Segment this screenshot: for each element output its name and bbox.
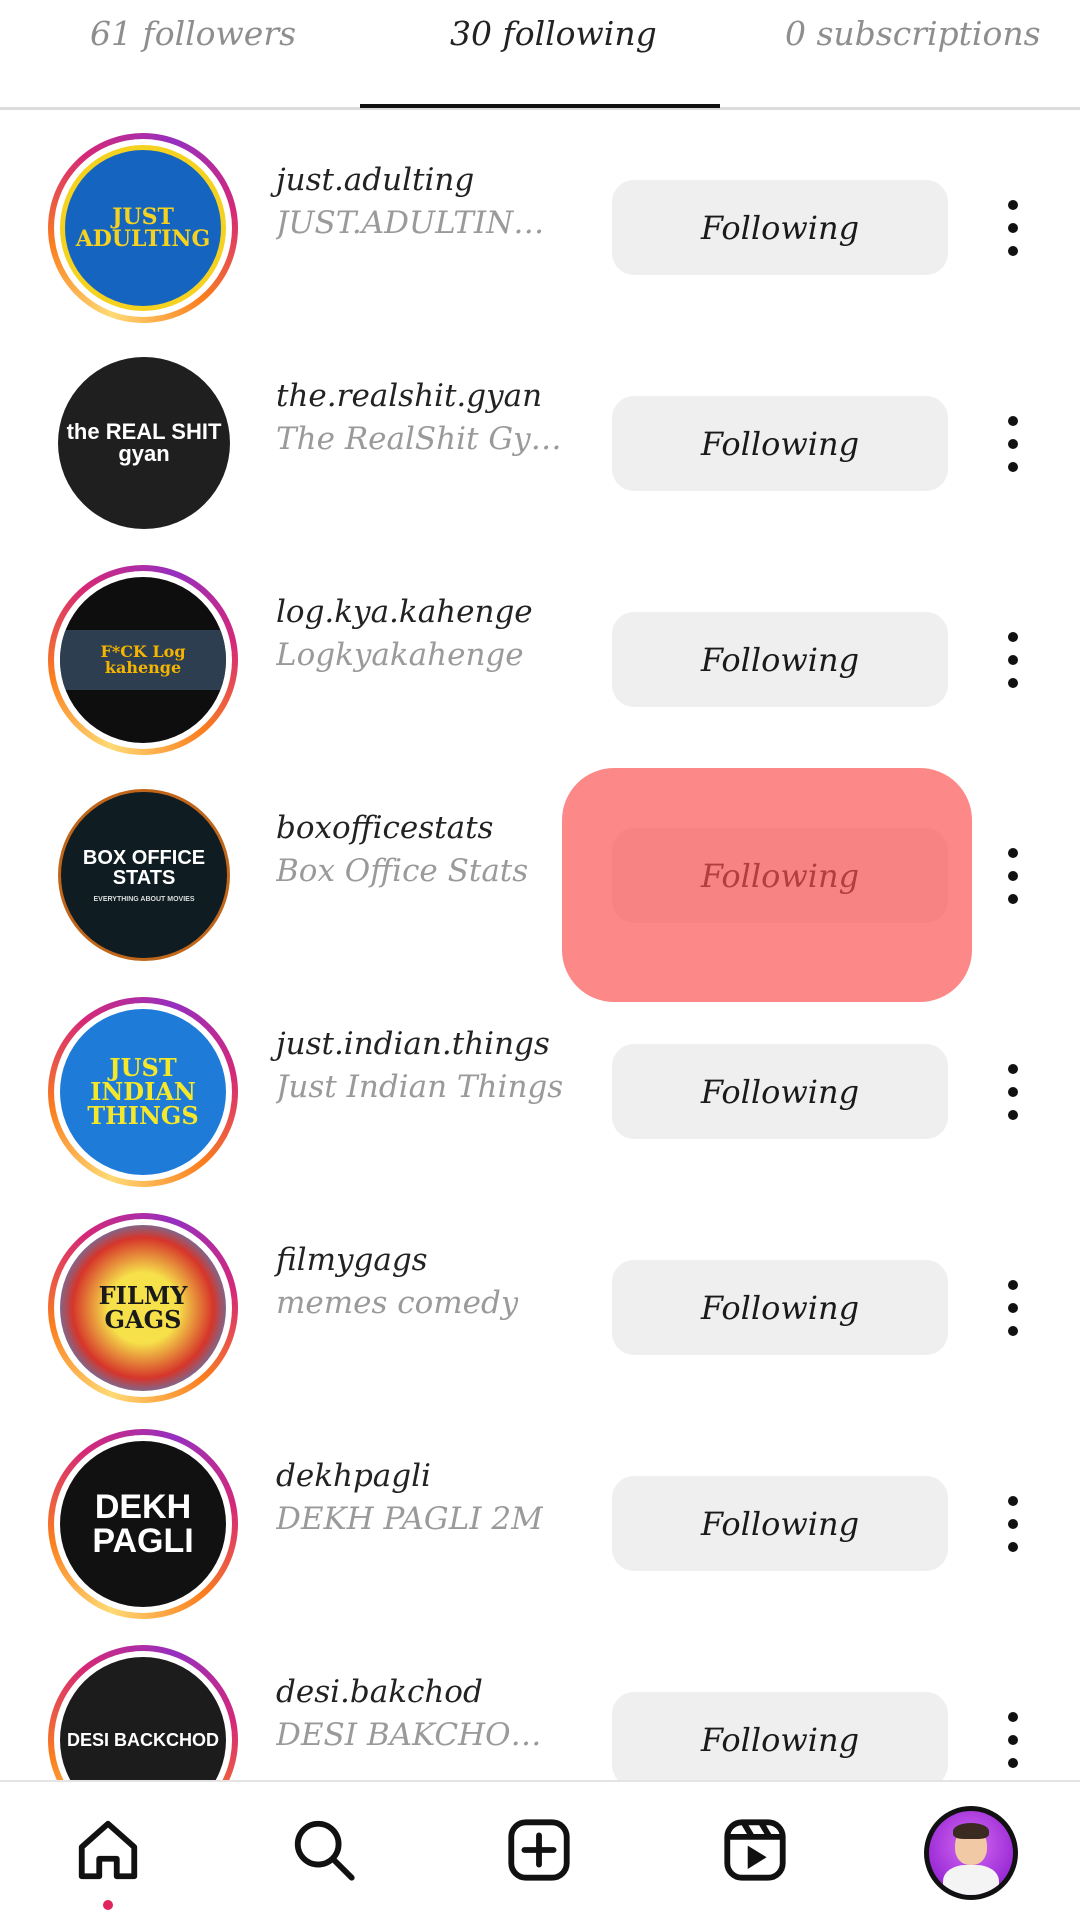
full-name: JUST.ADULTING 2... — [276, 205, 566, 241]
tab-following[interactable]: 30 following — [450, 14, 657, 53]
more-options-icon[interactable] — [998, 846, 1028, 906]
avatar[interactable]: F*CK Log kahenge — [60, 577, 226, 743]
list-item[interactable]: JUST INDIAN THINGS just.indian.things Ju… — [0, 974, 1080, 1190]
avatar[interactable]: the REAL SHIT gyan — [58, 357, 230, 529]
more-options-icon[interactable] — [998, 1278, 1028, 1338]
more-options-icon[interactable] — [998, 1494, 1028, 1554]
avatar[interactable]: DEKH PAGLI — [60, 1441, 226, 1607]
full-name: DESI BAKCHOD ® — [276, 1717, 566, 1753]
following-button[interactable]: Following — [612, 1692, 948, 1780]
avatar-logo-text: FILMY GAGS — [98, 1281, 188, 1334]
following-button[interactable]: Following — [612, 180, 948, 275]
notification-dot — [103, 1900, 113, 1910]
avatar-logo-text: DEKH PAGLI — [92, 1488, 194, 1560]
tab-bar: 61 followers 30 following 0 subscription… — [0, 0, 1080, 110]
following-button[interactable]: Following — [612, 1260, 948, 1355]
full-name: Just Indian Things — [276, 1069, 564, 1105]
avatar-logo-text: DESI BACKCHOD — [66, 1730, 219, 1750]
more-options-icon[interactable] — [998, 198, 1028, 258]
full-name: The RealShit Gyan — [276, 421, 566, 457]
avatar-logo-text: JUST INDIAN THINGS — [87, 1053, 199, 1130]
following-button[interactable]: Following — [612, 396, 948, 491]
avatar[interactable]: JUST INDIAN THINGS — [60, 1009, 226, 1175]
highlight-overlay — [562, 768, 972, 1002]
home-icon[interactable] — [68, 1810, 148, 1890]
following-button[interactable]: Following — [612, 1044, 948, 1139]
list-item[interactable]: the REAL SHIT gyan the.realshit.gyan The… — [0, 326, 1080, 542]
username[interactable]: dekhpagli — [276, 1458, 431, 1494]
full-name: Box Office Stats — [276, 853, 529, 889]
active-tab-indicator — [360, 104, 720, 108]
username[interactable]: filmygags — [276, 1242, 428, 1278]
full-name: Logkyakahenge — [276, 637, 524, 673]
full-name: memes comedy — [276, 1285, 519, 1321]
create-icon[interactable] — [499, 1810, 579, 1890]
more-options-icon[interactable] — [998, 1710, 1028, 1770]
following-button[interactable]: Following — [612, 1476, 948, 1571]
avatar[interactable]: BOX OFFICE STATS EVERYTHING ABOUT MOVIES — [58, 789, 230, 961]
bottom-nav — [0, 1780, 1080, 1922]
profile-picture — [929, 1811, 1013, 1895]
search-icon[interactable] — [284, 1810, 364, 1890]
avatar-logo-text: BOX OFFICE STATS — [82, 846, 206, 889]
list-item[interactable]: DEKH PAGLI dekhpagli DEKH PAGLI 2M Follo… — [0, 1406, 1080, 1622]
more-options-icon[interactable] — [998, 1062, 1028, 1122]
username[interactable]: log.kya.kahenge — [276, 594, 533, 630]
avatar-logo-text: the REAL SHIT gyan — [66, 419, 222, 466]
avatar[interactable]: JUST ADULTING — [60, 145, 226, 311]
username[interactable]: just.adulting — [276, 162, 474, 198]
list-item[interactable]: F*CK Log kahenge log.kya.kahenge Logkyak… — [0, 542, 1080, 758]
profile-avatar[interactable] — [924, 1806, 1018, 1900]
more-options-icon[interactable] — [998, 414, 1028, 474]
avatar-logo-text: F*CK Log kahenge — [100, 642, 186, 677]
tab-subscriptions[interactable]: 0 subscriptions — [785, 14, 1041, 53]
following-button[interactable]: Following — [612, 612, 948, 707]
more-options-icon[interactable] — [998, 630, 1028, 690]
reels-icon[interactable] — [715, 1810, 795, 1890]
avatar[interactable]: FILMY GAGS — [60, 1225, 226, 1391]
avatar-logo-text: JUST ADULTING — [75, 204, 211, 252]
list-item[interactable]: JUST ADULTING just.adulting JUST.ADULTIN… — [0, 110, 1080, 326]
full-name: DEKH PAGLI 2M — [276, 1501, 543, 1537]
tab-followers[interactable]: 61 followers — [90, 14, 296, 53]
username[interactable]: boxofficestats — [276, 810, 493, 846]
avatar-logo-subtext: EVERYTHING ABOUT MOVIES — [93, 895, 195, 903]
username[interactable]: just.indian.things — [276, 1026, 550, 1062]
list-item[interactable]: FILMY GAGS filmygags memes comedy Follow… — [0, 1190, 1080, 1406]
list-item[interactable]: DESI BACKCHOD desi.bakchod DESI BAKCHOD … — [0, 1622, 1080, 1780]
username[interactable]: desi.bakchod — [276, 1674, 483, 1710]
username[interactable]: the.realshit.gyan — [276, 378, 542, 414]
